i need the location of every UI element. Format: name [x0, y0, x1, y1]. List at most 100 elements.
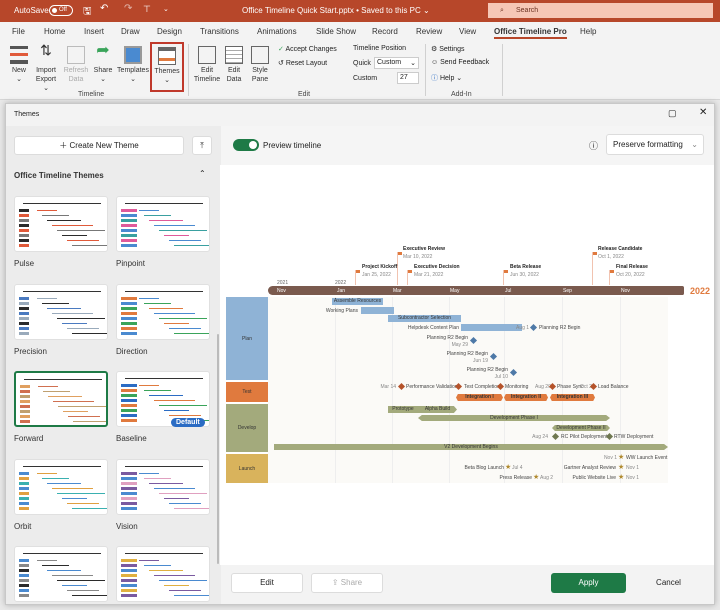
- theme-thumbnail-pinpoint[interactable]: [116, 196, 210, 252]
- milestone-flag-icon: [407, 270, 412, 285]
- help-button[interactable]: ⓘ Help ⌄: [431, 73, 462, 83]
- task-bar: Assemble Resources: [332, 298, 383, 305]
- new-button[interactable]: New ⌄: [8, 46, 30, 84]
- theme-thumbnail-item[interactable]: [14, 546, 108, 602]
- month-label: Sep: [563, 288, 572, 294]
- milestone-title: Release Candidate: [598, 246, 643, 252]
- star-milestone-icon: ★: [618, 474, 625, 481]
- tab-design[interactable]: Design: [157, 27, 182, 36]
- settings-button[interactable]: ⚙ Settings: [431, 45, 465, 53]
- milestone-date: Mar 10, 2022: [403, 254, 433, 260]
- tab-review[interactable]: Review: [416, 27, 442, 36]
- share-button[interactable]: ⇪ Share: [311, 573, 383, 593]
- task-date: Mar 14: [380, 384, 396, 390]
- quick-position-select[interactable]: Custom ⌄: [374, 57, 419, 69]
- tab-transitions[interactable]: Transitions: [200, 27, 239, 36]
- theme-thumbnail-forward[interactable]: [14, 371, 108, 427]
- star-milestone-icon: ★: [618, 454, 625, 461]
- month-label: Jul: [505, 288, 512, 294]
- theme-thumbnail-pulse[interactable]: [14, 196, 108, 252]
- edit-button[interactable]: Edit: [231, 573, 303, 593]
- milestone-label: Planning R2 Begin: [426, 335, 468, 341]
- theme-thumbnail-orbit[interactable]: [14, 459, 108, 515]
- search-icon: ⌕: [500, 7, 504, 14]
- redo-icon[interactable]: ↷: [124, 3, 132, 14]
- theme-thumbnail-direction[interactable]: [116, 284, 210, 340]
- save-icon[interactable]: 🖫: [83, 4, 92, 21]
- star-milestone-icon: ★: [505, 464, 512, 471]
- tab-record[interactable]: Record: [372, 27, 398, 36]
- separator: [425, 44, 426, 96]
- info-icon[interactable]: ⓘ: [589, 139, 598, 152]
- milestone-label: Planning R2 Begin: [539, 325, 581, 331]
- tab-animations[interactable]: Animations: [257, 27, 297, 36]
- tab-insert[interactable]: Insert: [84, 27, 104, 36]
- search-input[interactable]: ⌕ Search: [488, 3, 713, 18]
- default-badge: Default: [171, 418, 205, 427]
- milestone-label: Beta Blog Launch: [464, 465, 504, 471]
- milestone-date: Oct 1, 2022: [598, 254, 624, 260]
- preview-timeline-toggle[interactable]: [233, 139, 259, 151]
- task-date: Jul 4: [512, 465, 523, 471]
- tab-view[interactable]: View: [459, 27, 476, 36]
- task-bar: Integration III: [550, 394, 595, 401]
- document-title[interactable]: Office Timeline Quick Start.pptx • Saved…: [242, 6, 430, 15]
- month-label: May: [450, 288, 460, 294]
- edit-timeline-button[interactable]: Edit Timeline: [193, 46, 221, 84]
- task-date: Aug 24: [532, 434, 548, 440]
- milestone-label: RTW Deployment: [614, 434, 654, 440]
- accept-changes-button[interactable]: ✓ Accept Changes: [278, 45, 337, 53]
- tab-draw[interactable]: Draw: [121, 27, 140, 36]
- share-icon: ⇪: [331, 578, 339, 587]
- tab-home[interactable]: Home: [44, 27, 65, 36]
- collapse-icon[interactable]: ⌃: [199, 169, 206, 178]
- theme-thumbnail-item[interactable]: [116, 546, 210, 602]
- ribbon-tabs: File Home Insert Draw Design Transitions…: [0, 22, 720, 40]
- tab-office-timeline-pro[interactable]: Office Timeline Pro: [494, 27, 567, 39]
- create-new-theme-button[interactable]: ＋ Create New Theme: [14, 136, 184, 155]
- tab-help[interactable]: Help: [580, 27, 596, 36]
- edit-timeline-icon: [198, 46, 216, 64]
- upload-theme-button[interactable]: ⤒: [192, 136, 212, 155]
- autosave-toggle[interactable]: Off: [49, 5, 73, 16]
- import-export-icon: ⇅: [40, 42, 52, 58]
- style-pane-button[interactable]: Style Pane: [248, 46, 272, 84]
- theme-thumbnail-vision[interactable]: [116, 459, 210, 515]
- customize-icon[interactable]: ⌄: [163, 5, 169, 13]
- custom-position-input[interactable]: 27: [397, 72, 419, 84]
- star-milestone-icon: ★: [533, 474, 540, 481]
- autosave-label: AutoSave: [14, 6, 49, 15]
- maximize-icon[interactable]: ▢: [668, 108, 677, 119]
- tab-slide-show[interactable]: Slide Show: [316, 27, 356, 36]
- present-icon[interactable]: ⊤: [143, 4, 151, 15]
- share-button[interactable]: ➦ Share ⌄: [91, 43, 115, 84]
- cancel-button[interactable]: Cancel: [641, 573, 696, 593]
- chevron-down-icon: ⌄: [410, 60, 416, 67]
- separator: [188, 44, 189, 96]
- swimlane-test: Test: [226, 382, 268, 402]
- send-feedback-button[interactable]: ☺ Send Feedback: [431, 59, 489, 66]
- edit-group-label: Edit: [298, 91, 311, 98]
- theme-thumbnail-precision[interactable]: [14, 284, 108, 340]
- refresh-data-button[interactable]: Refresh Data: [62, 46, 90, 84]
- end-year-label: 2022: [690, 286, 711, 296]
- undo-icon[interactable]: ↶: [100, 3, 108, 14]
- close-icon[interactable]: ✕: [699, 107, 707, 118]
- milestone-title: Beta Release: [510, 264, 542, 270]
- task-bar: [361, 307, 394, 314]
- star-milestone-icon: ★: [618, 464, 625, 471]
- milestone-date: Jul 10: [494, 374, 508, 380]
- apply-button[interactable]: Apply: [551, 573, 626, 593]
- reset-layout-button[interactable]: ↺ Reset Layout: [278, 59, 327, 67]
- month-label: Nov: [277, 288, 286, 294]
- tab-file[interactable]: File: [12, 27, 25, 36]
- edit-data-button[interactable]: Edit Data: [222, 46, 246, 84]
- themes-button[interactable]: Themes ⌄: [150, 42, 184, 92]
- import-export-button[interactable]: ⇅ Import Export ⌄: [32, 42, 60, 93]
- preserve-formatting-select[interactable]: Preserve formatting ⌄: [606, 134, 704, 155]
- task-bar: [461, 324, 522, 331]
- templates-button[interactable]: Templates ⌄: [116, 46, 150, 84]
- milestone-date: Jun 19: [472, 358, 488, 364]
- milestone-title: Project Kickoff: [362, 264, 398, 270]
- sidebar-scrollbar[interactable]: [217, 334, 219, 564]
